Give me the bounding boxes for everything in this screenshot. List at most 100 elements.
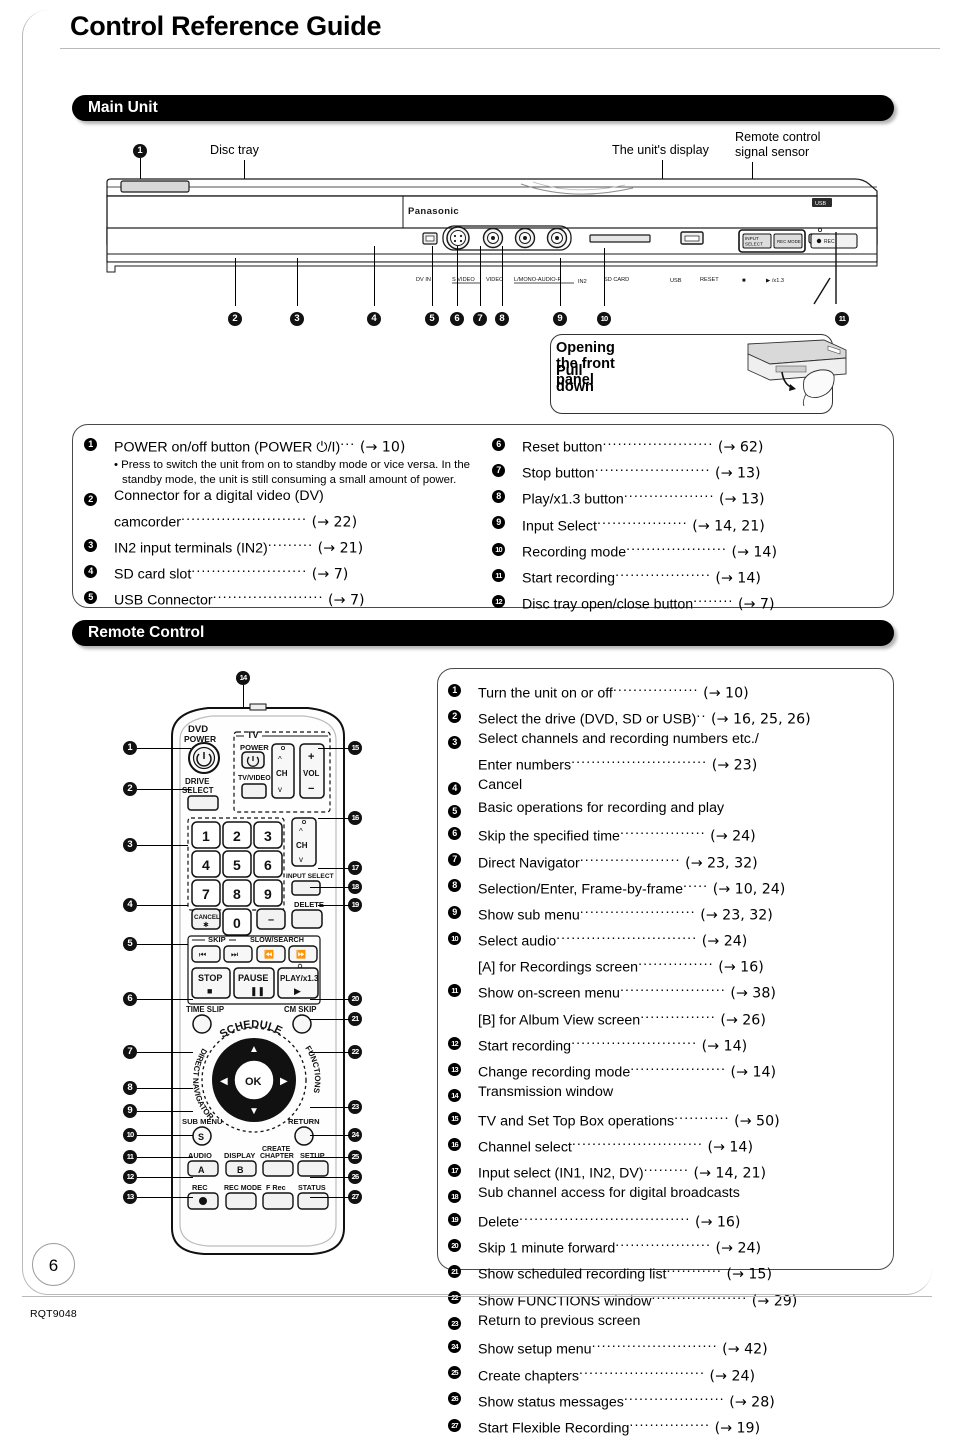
- legend-page-ref: (→ 24): [711, 1240, 762, 1257]
- legend-text: Show scheduled recording list...........…: [478, 1259, 888, 1285]
- legend-text: Input select (IN1, IN2, DV)......... (→ …: [478, 1158, 888, 1184]
- legend-leader-dots: .....: [683, 874, 709, 891]
- legend-label: Sub channel access for digital broadcast…: [478, 1185, 740, 1202]
- svg-text:VOL: VOL: [303, 769, 320, 778]
- svg-text:SLOW/SEARCH: SLOW/SEARCH: [250, 935, 304, 944]
- svg-text:L/MONO-AUDIO-R: L/MONO-AUDIO-R: [514, 277, 562, 283]
- legend-page-ref: (→ 38): [725, 986, 776, 1003]
- legend-text: TV and Set Top Box operations...........…: [478, 1106, 888, 1132]
- legend-leader-dots: ....................: [623, 1387, 725, 1404]
- legend-leader-dots: .......................: [191, 559, 308, 576]
- label-signal-sensor-line1: Remote control: [735, 130, 821, 144]
- callout-main-4: 4: [367, 312, 381, 326]
- legend-number-badge: 9: [448, 905, 461, 919]
- legend-leader-dots: ..: [696, 705, 707, 722]
- remote-legend-item: 19 Delete................................…: [448, 1207, 888, 1233]
- label-unit-display: The unit's display: [612, 143, 709, 157]
- legend-row: 15 TV and Set Top Box operations.........…: [448, 1106, 888, 1132]
- legend-label: Direct Navigator: [478, 855, 580, 872]
- svg-text:4: 4: [202, 857, 210, 873]
- legend-leader-dots: ...................: [615, 563, 711, 580]
- main-unit-legend-item: 12 Disc tray open/close button........ (→…: [492, 589, 884, 615]
- legend-number: 11: [448, 978, 478, 1001]
- legend-row: 6 Skip the specified time................…: [448, 821, 888, 847]
- legend-row: 10 Select audio..........................…: [448, 926, 888, 978]
- legend-sub-label: [B] for Album View screen...............…: [478, 1005, 766, 1029]
- legend-leader-dots: ....................: [579, 848, 681, 865]
- callout-main-6: 6: [450, 312, 464, 326]
- legend-leader-dots: ........: [693, 590, 734, 607]
- legend-row: 21 Show scheduled recording list.........…: [448, 1259, 888, 1285]
- page-number: 6: [32, 1243, 75, 1286]
- legend-text: Selection/Enter, Frame-by-frame..... (→ …: [478, 874, 888, 900]
- legend-page-ref: (→ 14, 21): [688, 1165, 767, 1182]
- callout-remote-22: 22: [348, 1045, 362, 1059]
- callout-main-9: 9: [553, 312, 567, 326]
- leader-remote-22: [310, 1052, 350, 1054]
- legend-page-ref: (→ 10, 24): [708, 881, 786, 898]
- svg-text:−: −: [308, 783, 314, 795]
- legend-number-badge: 10: [448, 931, 461, 945]
- legend-text: USB Connector...................... (→ 7…: [114, 585, 474, 611]
- legend-text: Return to previous screen: [478, 1312, 888, 1332]
- svg-text:▶ /x1.3: ▶ /x1.3: [766, 278, 784, 284]
- legend-label: Recording mode: [522, 544, 627, 561]
- main-unit-legend-item: 6 Reset button...................... (→ 6…: [492, 432, 884, 458]
- svg-text:TV/VIDEO: TV/VIDEO: [238, 775, 271, 782]
- legend-text: Show FUNCTIONS window...................…: [478, 1286, 888, 1312]
- legend-row: 24 Show setup menu.......................…: [448, 1334, 888, 1360]
- legend-number-badge: 4: [84, 564, 97, 578]
- main-unit-legend-item: 1 POWER on/off button (POWER ⏻/I)... (→ 1…: [84, 432, 474, 487]
- legend-number: 8: [492, 484, 522, 507]
- remote-control-legend-list: 1 Turn the unit on or off................…: [448, 678, 888, 1439]
- legend-label: Transmission window: [478, 1084, 614, 1101]
- legend-text: Select audio............................…: [478, 926, 888, 978]
- legend-number-badge: 5: [448, 804, 461, 818]
- legend-page-ref: (→ 21): [313, 540, 364, 557]
- leader-remote-25: [310, 1157, 350, 1159]
- svg-text:SKIP: SKIP: [208, 935, 226, 944]
- legend-text: Turn the unit on or off.................…: [478, 678, 888, 704]
- legend-row: 6 Reset button...................... (→ 6…: [492, 432, 884, 458]
- legend-text: Transmission window: [478, 1083, 888, 1103]
- callout-remote-11: 11: [123, 1150, 137, 1164]
- legend-page-ref: (→ 23): [707, 757, 758, 774]
- remote-legend-item: 11 Show on-screen menu...................…: [448, 978, 888, 1030]
- remote-legend-item: 20 Skip 1 minute forward.................…: [448, 1233, 888, 1259]
- remote-legend-item: 16 Channel select........................…: [448, 1132, 888, 1158]
- legend-label: Select channels and recording numbers et…: [478, 731, 759, 748]
- legend-page-ref: (→ 7): [323, 592, 365, 609]
- legend-number: 14: [448, 1083, 478, 1106]
- leader-remote-20: [310, 999, 350, 1001]
- svg-text:DRIVE: DRIVE: [185, 777, 210, 786]
- main-unit-legend-item: 11 Start recording................... (→ …: [492, 563, 884, 589]
- svg-text:SELECT: SELECT: [182, 786, 214, 795]
- callout-remote-19: 19: [348, 898, 362, 912]
- remote-legend-item: 27 Start Flexible Recording..............…: [448, 1413, 888, 1439]
- legend-row: 9 Input Select.................. (→ 14, 2…: [492, 511, 884, 537]
- callout-remote-13: 13: [123, 1190, 137, 1204]
- legend-number: 12: [448, 1031, 478, 1054]
- callout-main-10: 10: [597, 312, 611, 326]
- callout-main-11: 11: [835, 312, 849, 326]
- main-unit-legend-item: 8 Play/x1.3 button.................. (→ 1…: [492, 484, 884, 510]
- svg-text:⏩: ⏩: [296, 949, 306, 959]
- legend-number: 7: [448, 848, 478, 871]
- legend-leader-dots: ...............: [638, 953, 714, 970]
- svg-text:5: 5: [233, 857, 241, 873]
- leader-callout-10: [604, 248, 606, 306]
- svg-text:CH: CH: [276, 769, 288, 778]
- legend-number: 6: [492, 432, 522, 455]
- legend-text: Show status messages....................…: [478, 1387, 888, 1413]
- legend-leader-dots: ..................: [623, 485, 715, 502]
- callout-remote-10: 10: [123, 1128, 137, 1142]
- legend-label: Input select (IN1, IN2, DV): [478, 1165, 644, 1182]
- leader-callout-11-12: [813, 232, 837, 305]
- leader-remote-13: [137, 1197, 193, 1199]
- leader-callout-9: [560, 258, 562, 306]
- leader-remote-18: [310, 887, 350, 889]
- callout-remote-8: 8: [123, 1081, 137, 1095]
- svg-text:0: 0: [233, 915, 241, 931]
- page-title: Control Reference Guide: [70, 11, 382, 41]
- legend-row: 12 Disc tray open/close button........ (→…: [492, 589, 884, 615]
